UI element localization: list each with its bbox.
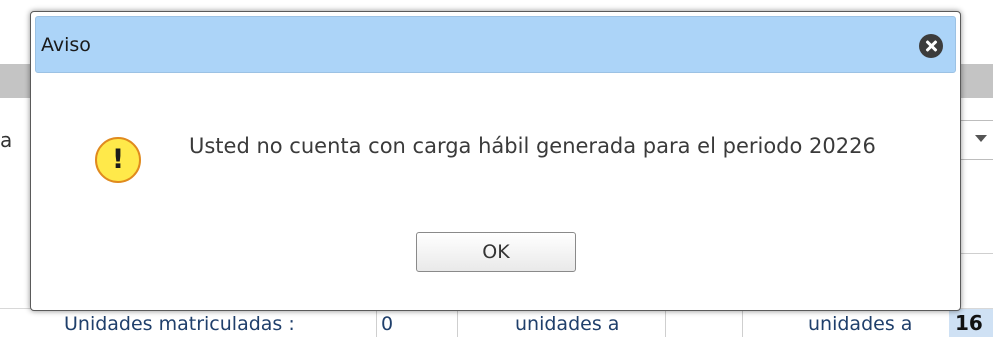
alert-dialog: Aviso ! Usted no cuenta con carga hábil …: [30, 11, 961, 311]
units-col3-label: unidades a: [808, 313, 913, 335]
warning-icon: !: [95, 137, 141, 183]
units-col3-value: 16: [949, 309, 993, 337]
dialog-titlebar: Aviso: [35, 16, 956, 73]
background-units-row: Unidades matriculadas : 0 unidades a uni…: [0, 308, 993, 337]
dialog-message: Usted no cuenta con carga hábil generada…: [189, 134, 876, 158]
ok-button[interactable]: OK: [416, 232, 576, 272]
units-col2-label: unidades a: [515, 313, 620, 335]
dialog-title: Aviso: [41, 34, 91, 56]
units-enrolled-cell: 0: [376, 311, 458, 337]
close-icon[interactable]: [919, 34, 943, 58]
dropdown-arrow-icon: [975, 135, 987, 142]
units-enrolled-label: Unidades matriculadas :: [64, 313, 295, 335]
units-col2-cell: [665, 311, 743, 337]
background-label-fragment: a: [0, 128, 13, 152]
units-enrolled-value: 0: [381, 313, 394, 335]
